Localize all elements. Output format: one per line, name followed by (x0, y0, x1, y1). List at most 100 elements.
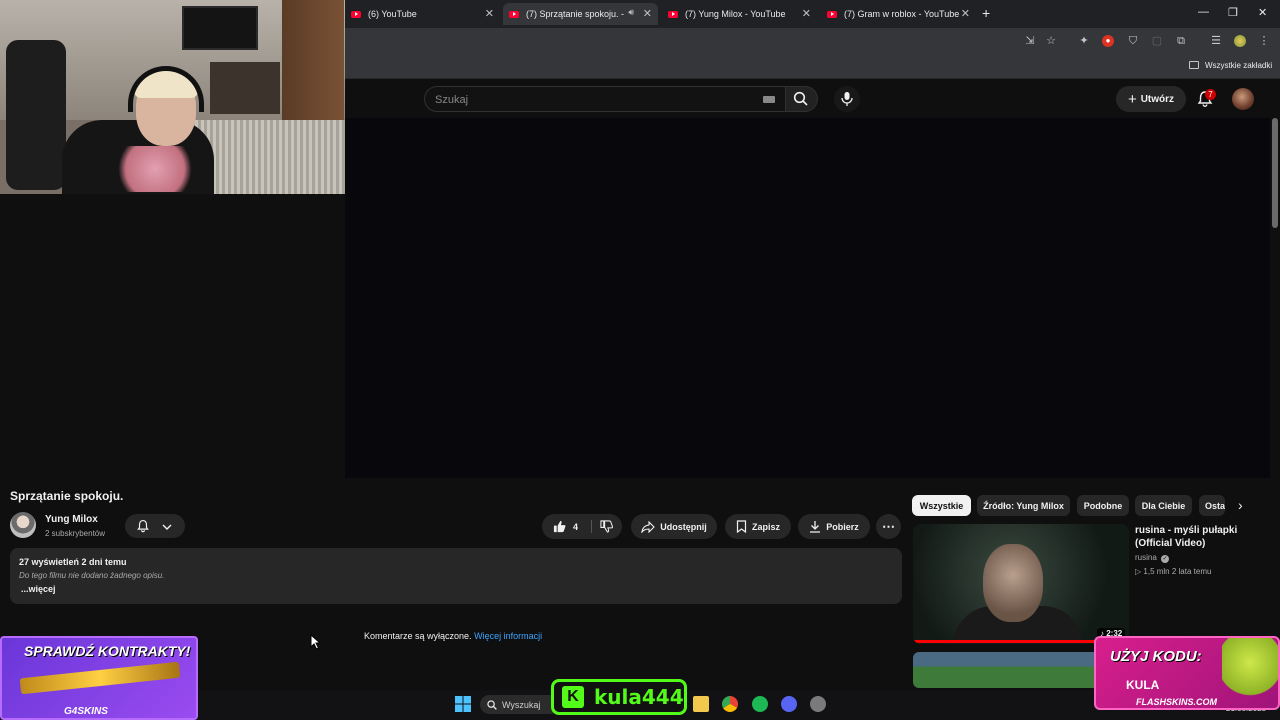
related-video-thumbnail[interactable] (913, 524, 1129, 644)
taskbar-search-label: Wyszukaj (502, 699, 541, 710)
youtube-favicon-icon (509, 10, 519, 18)
account-avatar[interactable] (1232, 88, 1254, 110)
spotify-icon[interactable] (752, 696, 768, 712)
chevron-down-icon (162, 524, 172, 530)
install-app-icon[interactable]: ⇲ (1024, 35, 1036, 47)
close-window-icon[interactable]: ✕ (1258, 6, 1267, 19)
keyboard-icon[interactable] (763, 96, 775, 103)
shield-extension-icon[interactable]: ⛉ (1127, 35, 1139, 47)
close-tab-icon[interactable]: ✕ (485, 7, 494, 20)
close-tab-icon[interactable]: ✕ (802, 7, 811, 20)
promo-right-code: KULA (1126, 678, 1160, 692)
related-video-channel[interactable]: rusina ✓ (1135, 553, 1170, 563)
chip-recent[interactable]: Ostatnio (1199, 495, 1225, 516)
browser-tab-roblox-video[interactable]: (7) Gram w roblox - YouTube ✕ (821, 3, 976, 25)
save-button[interactable]: Zapisz (725, 514, 791, 539)
discord-icon[interactable] (781, 696, 797, 712)
all-bookmarks-link[interactable]: Wszystkie zakładki (1205, 61, 1272, 70)
comments-disabled-text: Komentarze są wyłączone. (364, 631, 472, 641)
steam-icon[interactable] (810, 696, 826, 712)
more-actions-button[interactable]: ⋯ (876, 514, 901, 539)
bookmark-star-icon[interactable]: ☆ (1045, 35, 1057, 47)
flashskins-promo-banner: UŻYJ KODU: KULA FLASHSKINS.COM (1094, 636, 1280, 710)
promo-right-brand: FLASHSKINS.COM (1136, 697, 1217, 707)
chip-related[interactable]: Podobne (1077, 495, 1129, 516)
rifle-image (19, 661, 181, 695)
adblock-extension-icon[interactable]: ● (1102, 35, 1114, 47)
chip-from-channel[interactable]: Źródło: Yung Milox (977, 495, 1070, 516)
disabled-extension-icon[interactable]: ▢ (1151, 35, 1163, 47)
close-tab-icon[interactable]: ✕ (961, 7, 970, 20)
search-input[interactable] (435, 92, 735, 108)
like-button[interactable]: 4 (553, 520, 578, 533)
file-explorer-icon[interactable] (693, 696, 709, 712)
browser-menu-icon[interactable]: ⋮ (1258, 35, 1270, 47)
page-scrollbar[interactable] (1272, 118, 1278, 228)
thumbs-down-icon[interactable] (600, 520, 613, 533)
taskbar-search[interactable]: Wyszukaj (480, 695, 560, 714)
share-label: Udostępnij (660, 521, 707, 532)
voice-search-button[interactable] (834, 86, 860, 112)
maximize-window-icon[interactable]: ❐ (1228, 6, 1238, 19)
minimize-window-icon[interactable]: — (1198, 6, 1209, 18)
g4skins-promo-banner: SPRAWDŹ KONTRAKTY! G4SKINS (0, 636, 198, 720)
show-more-link[interactable]: ...więcej (21, 584, 56, 594)
video-player[interactable] (345, 118, 1270, 478)
chevron-right-icon[interactable]: › (1238, 497, 1243, 513)
extension-icon[interactable]: ✦ (1078, 35, 1090, 47)
close-tab-icon[interactable]: ✕ (643, 7, 652, 20)
microphone-icon (841, 92, 853, 106)
chip-all[interactable]: Wszystkie (912, 495, 971, 516)
related-video-title[interactable]: rusina - myśli pułapki (Official Video) (1135, 524, 1265, 550)
create-button[interactable]: + Utwórz (1116, 86, 1186, 112)
channel-subscriber-count: 2 subskrybentów (45, 529, 106, 538)
like-divider (591, 520, 592, 533)
more-horizontal-icon: ⋯ (882, 518, 895, 534)
channel-name-link[interactable]: Yung Milox (45, 514, 98, 525)
channel-avatar[interactable] (10, 512, 36, 538)
like-dislike-group: 4 (542, 514, 622, 539)
save-label: Zapisz (751, 521, 780, 532)
search-icon (487, 699, 497, 710)
youtube-favicon-icon (827, 10, 837, 18)
chip-for-you[interactable]: Dla Ciebie (1135, 495, 1192, 516)
play-small-icon: ▷ (1135, 567, 1142, 576)
profile-avatar-icon[interactable] (1234, 35, 1246, 47)
search-button[interactable] (786, 86, 818, 112)
reading-list-icon[interactable]: ☰ (1210, 35, 1222, 47)
tab-audio-icon[interactable]: 🔊︎ (628, 7, 634, 18)
browser-tab-current-video[interactable]: (7) Sprzątanie spokoju. - Yo 🔊︎ ✕ (503, 3, 658, 25)
tab-title: (7) Gram w roblox - YouTube (844, 9, 960, 19)
browser-tab-youtube[interactable]: (6) YouTube ✕ (345, 3, 500, 25)
related-stats-text: 1,5 mln 2 lata temu (1143, 567, 1212, 576)
notification-count-badge: 7 (1205, 89, 1216, 100)
video-title: Sprzątanie spokoju. (10, 489, 124, 503)
create-label: Utwórz (1140, 93, 1175, 105)
description-box[interactable]: 27 wyświetleń 2 dni temu Do tego filmu n… (10, 548, 902, 604)
extensions-puzzle-icon[interactable]: ⧉ (1175, 35, 1187, 47)
new-tab-plus-icon[interactable]: + (982, 5, 990, 21)
folder-icon (1189, 61, 1199, 69)
tab-title: (7) Sprzątanie spokoju. - Yo (526, 9, 624, 19)
bookmark-icon (736, 520, 747, 533)
share-button[interactable]: Udostępnij (631, 514, 717, 539)
download-button[interactable]: Pobierz (798, 514, 870, 539)
promo-right-title: UŻYJ KODU: (1110, 648, 1202, 665)
more-info-link[interactable]: Więcej informacji (474, 631, 542, 641)
subscription-notifications-button[interactable] (125, 514, 185, 538)
mascot-image (1222, 638, 1278, 708)
search-box (424, 86, 786, 112)
kick-code-overlay: K kula444 (551, 679, 687, 715)
youtube-favicon-icon (668, 10, 678, 18)
views-and-date: 27 wyświetleń 2 dni temu (19, 557, 127, 567)
browser-tab-channel[interactable]: (7) Yung Milox - YouTube ✕ (662, 3, 817, 25)
tab-title: (6) YouTube (368, 9, 417, 19)
webcam-door (282, 0, 344, 125)
promo-left-brand: G4SKINS (64, 706, 108, 717)
chrome-icon[interactable] (722, 696, 738, 712)
kick-logo-icon: K (562, 686, 584, 708)
comments-disabled-notice: Komentarze są wyłączone. Więcej informac… (364, 631, 542, 641)
creator-code-text: kula444 (594, 685, 684, 709)
windows-start-icon[interactable] (455, 696, 471, 712)
webcam-tv (182, 6, 258, 50)
